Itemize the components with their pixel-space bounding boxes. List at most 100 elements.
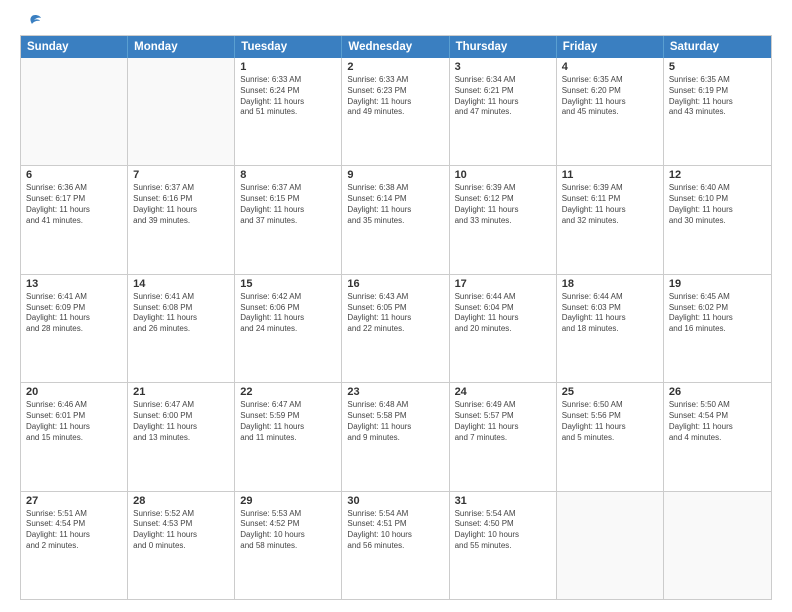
day-info-line: Sunrise: 6:39 AM <box>455 183 551 194</box>
calendar-empty-cell <box>128 58 235 165</box>
day-number: 16 <box>347 278 443 290</box>
day-info-line: Daylight: 11 hours <box>455 205 551 216</box>
day-info-line: Sunset: 6:12 PM <box>455 194 551 205</box>
day-number: 25 <box>562 386 658 398</box>
day-info-line: Sunset: 6:10 PM <box>669 194 766 205</box>
header-day-thursday: Thursday <box>450 36 557 58</box>
day-number: 5 <box>669 61 766 73</box>
day-info-line: Sunrise: 6:36 AM <box>26 183 122 194</box>
day-info-line: Sunrise: 6:41 AM <box>133 292 229 303</box>
day-info-line: Daylight: 11 hours <box>455 422 551 433</box>
day-number: 24 <box>455 386 551 398</box>
calendar-week-5: 27Sunrise: 5:51 AMSunset: 4:54 PMDayligh… <box>21 492 771 599</box>
header-day-tuesday: Tuesday <box>235 36 342 58</box>
calendar-body: 1Sunrise: 6:33 AMSunset: 6:24 PMDaylight… <box>21 58 771 599</box>
day-info-line: Daylight: 11 hours <box>562 205 658 216</box>
day-info-line: Sunset: 4:51 PM <box>347 519 443 530</box>
calendar-day-6: 6Sunrise: 6:36 AMSunset: 6:17 PMDaylight… <box>21 166 128 273</box>
day-number: 22 <box>240 386 336 398</box>
day-info-line: and 9 minutes. <box>347 433 443 444</box>
day-info-line: Sunrise: 5:54 AM <box>347 509 443 520</box>
header <box>20 16 772 29</box>
day-number: 9 <box>347 169 443 181</box>
day-info-line: Sunrise: 6:44 AM <box>562 292 658 303</box>
day-info-line: and 0 minutes. <box>133 541 229 552</box>
day-info-line: Sunset: 6:04 PM <box>455 303 551 314</box>
calendar-day-18: 18Sunrise: 6:44 AMSunset: 6:03 PMDayligh… <box>557 275 664 382</box>
calendar-day-29: 29Sunrise: 5:53 AMSunset: 4:52 PMDayligh… <box>235 492 342 599</box>
day-info-line: Sunset: 6:23 PM <box>347 86 443 97</box>
calendar-day-10: 10 Sunrise: 6:39 AMSunset: 6:12 PMDayligh… <box>450 166 557 273</box>
day-info-line: and 41 minutes. <box>26 216 122 227</box>
calendar-day-4: 4Sunrise: 6:35 AMSunset: 6:20 PMDaylight… <box>557 58 664 165</box>
calendar-day-16: 16Sunrise: 6:43 AMSunset: 6:05 PMDayligh… <box>342 275 449 382</box>
calendar-day-8: 8Sunrise: 6:37 AMSunset: 6:15 PMDaylight… <box>235 166 342 273</box>
day-info-line: Sunset: 6:08 PM <box>133 303 229 314</box>
day-number: 20 <box>26 386 122 398</box>
header-day-sunday: Sunday <box>21 36 128 58</box>
day-info-line: Daylight: 11 hours <box>455 97 551 108</box>
day-info-line: and 58 minutes. <box>240 541 336 552</box>
day-info-line: Sunset: 6:24 PM <box>240 86 336 97</box>
logo <box>20 16 42 29</box>
day-info-line: Daylight: 11 hours <box>26 205 122 216</box>
day-info-line: Daylight: 11 hours <box>347 313 443 324</box>
day-info-line: Sunrise: 6:50 AM <box>562 400 658 411</box>
calendar-day-13: 13Sunrise: 6:41 AMSunset: 6:09 PMDayligh… <box>21 275 128 382</box>
day-info-line: Daylight: 11 hours <box>455 313 551 324</box>
day-info-line: Sunrise: 6:42 AM <box>240 292 336 303</box>
day-info-line: Daylight: 11 hours <box>562 313 658 324</box>
day-info-line: Daylight: 10 hours <box>455 530 551 541</box>
day-info-line: and 33 minutes. <box>455 216 551 227</box>
day-number: 3 <box>455 61 551 73</box>
day-info-line: Daylight: 10 hours <box>347 530 443 541</box>
day-number: 10 <box>455 169 551 181</box>
day-info-line: Daylight: 11 hours <box>240 422 336 433</box>
calendar-day-30: 30Sunrise: 5:54 AMSunset: 4:51 PMDayligh… <box>342 492 449 599</box>
day-info-line: and 47 minutes. <box>455 107 551 118</box>
day-info-line: Daylight: 11 hours <box>133 530 229 541</box>
day-number: 21 <box>133 386 229 398</box>
day-info-line: Daylight: 11 hours <box>26 422 122 433</box>
day-info-line: and 51 minutes. <box>240 107 336 118</box>
day-number: 12 <box>669 169 766 181</box>
calendar-day-3: 3Sunrise: 6:34 AMSunset: 6:21 PMDaylight… <box>450 58 557 165</box>
day-info-line: Sunrise: 6:45 AM <box>669 292 766 303</box>
day-info-line: Sunrise: 6:35 AM <box>669 75 766 86</box>
header-day-wednesday: Wednesday <box>342 36 449 58</box>
day-info-line: Sunset: 6:03 PM <box>562 303 658 314</box>
day-info-line: Sunrise: 6:47 AM <box>133 400 229 411</box>
day-info-line: Sunset: 6:05 PM <box>347 303 443 314</box>
calendar-day-2: 2Sunrise: 6:33 AMSunset: 6:23 PMDaylight… <box>342 58 449 165</box>
day-info-line: Sunrise: 5:52 AM <box>133 509 229 520</box>
day-info-line: Sunset: 6:20 PM <box>562 86 658 97</box>
calendar-day-28: 28Sunrise: 5:52 AMSunset: 4:53 PMDayligh… <box>128 492 235 599</box>
day-info-line: Sunrise: 6:48 AM <box>347 400 443 411</box>
calendar-day-31: 31Sunrise: 5:54 AMSunset: 4:50 PMDayligh… <box>450 492 557 599</box>
day-number: 4 <box>562 61 658 73</box>
day-info-line: Sunrise: 6:40 AM <box>669 183 766 194</box>
day-info-line: Sunrise: 5:54 AM <box>455 509 551 520</box>
day-info-line: Sunset: 4:53 PM <box>133 519 229 530</box>
day-info-line: Sunset: 6:09 PM <box>26 303 122 314</box>
day-info-line: and 16 minutes. <box>669 324 766 335</box>
day-info-line: Sunset: 6:16 PM <box>133 194 229 205</box>
day-info-line: and 22 minutes. <box>347 324 443 335</box>
day-number: 7 <box>133 169 229 181</box>
day-info-line: Sunrise: 6:38 AM <box>347 183 443 194</box>
day-info-line: Daylight: 11 hours <box>26 313 122 324</box>
day-info-line: and 30 minutes. <box>669 216 766 227</box>
day-info-line: Sunrise: 6:44 AM <box>455 292 551 303</box>
day-info-line: Sunset: 5:58 PM <box>347 411 443 422</box>
day-info-line: Daylight: 11 hours <box>669 205 766 216</box>
day-info-line: Sunset: 6:11 PM <box>562 194 658 205</box>
day-info-line: Sunrise: 6:37 AM <box>240 183 336 194</box>
day-info-line: and 28 minutes. <box>26 324 122 335</box>
calendar-empty-cell <box>664 492 771 599</box>
calendar-day-9: 9Sunrise: 6:38 AMSunset: 6:14 PMDaylight… <box>342 166 449 273</box>
day-number: 11 <box>562 169 658 181</box>
day-info-line: and 39 minutes. <box>133 216 229 227</box>
day-number: 8 <box>240 169 336 181</box>
day-info-line: and 5 minutes. <box>562 433 658 444</box>
day-info-line: Sunrise: 6:41 AM <box>26 292 122 303</box>
